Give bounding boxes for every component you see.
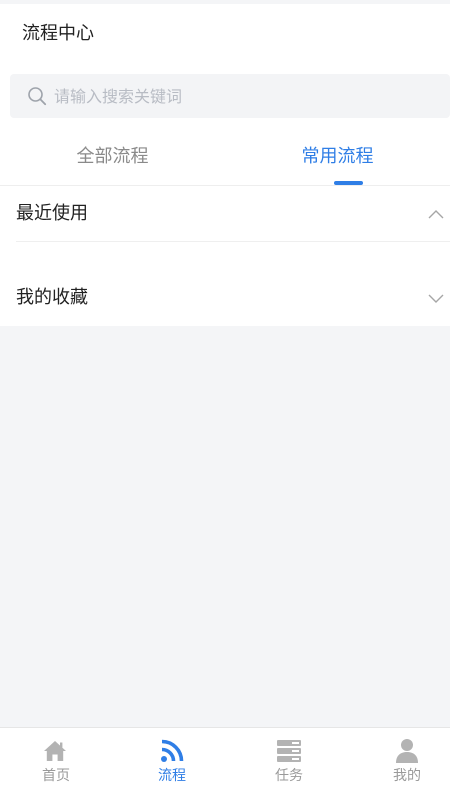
tabbar-item-mine[interactable]: 我的 <box>351 728 450 800</box>
tab-common-processes[interactable]: 常用流程 <box>225 128 450 186</box>
app-root: 流程中心 全部流程 常用流程 最近使用 我的收藏 <box>0 0 450 800</box>
tab-all-processes[interactable]: 全部流程 <box>0 128 225 186</box>
task-list-icon <box>277 740 301 762</box>
tabbar-label-home: 首页 <box>42 768 70 784</box>
search-box[interactable] <box>10 74 450 118</box>
tab-bar: 全部流程 常用流程 <box>0 128 450 186</box>
tabbar-label-task: 任务 <box>275 768 303 784</box>
section-favorites-header[interactable]: 我的收藏 <box>0 272 450 326</box>
chevron-down-icon <box>428 294 444 303</box>
section-recent: 最近使用 <box>0 186 450 272</box>
rss-icon <box>161 739 184 762</box>
section-favorites-title: 我的收藏 <box>16 287 88 308</box>
section-favorites: 我的收藏 <box>0 272 450 326</box>
section-recent-title: 最近使用 <box>16 203 88 224</box>
section-recent-header[interactable]: 最近使用 <box>0 186 450 242</box>
active-tab-indicator <box>334 181 363 185</box>
page-title: 流程中心 <box>22 23 94 44</box>
tabbar-label-flow: 流程 <box>158 768 186 784</box>
tabbar-item-task[interactable]: 任务 <box>233 728 345 800</box>
bottom-tab-bar: 首页 流程 任务 我的 <box>0 727 450 800</box>
divider <box>16 241 450 242</box>
user-icon <box>396 739 418 763</box>
header: 流程中心 <box>0 4 450 64</box>
tabbar-item-flow[interactable]: 流程 <box>116 728 228 800</box>
content-area <box>0 326 450 727</box>
tabbar-label-mine: 我的 <box>393 768 421 784</box>
search-bar <box>0 64 450 128</box>
tabbar-item-home[interactable]: 首页 <box>0 728 112 800</box>
search-input[interactable] <box>54 74 434 118</box>
chevron-up-icon <box>428 210 444 219</box>
home-icon <box>44 741 66 761</box>
search-icon <box>28 87 47 106</box>
